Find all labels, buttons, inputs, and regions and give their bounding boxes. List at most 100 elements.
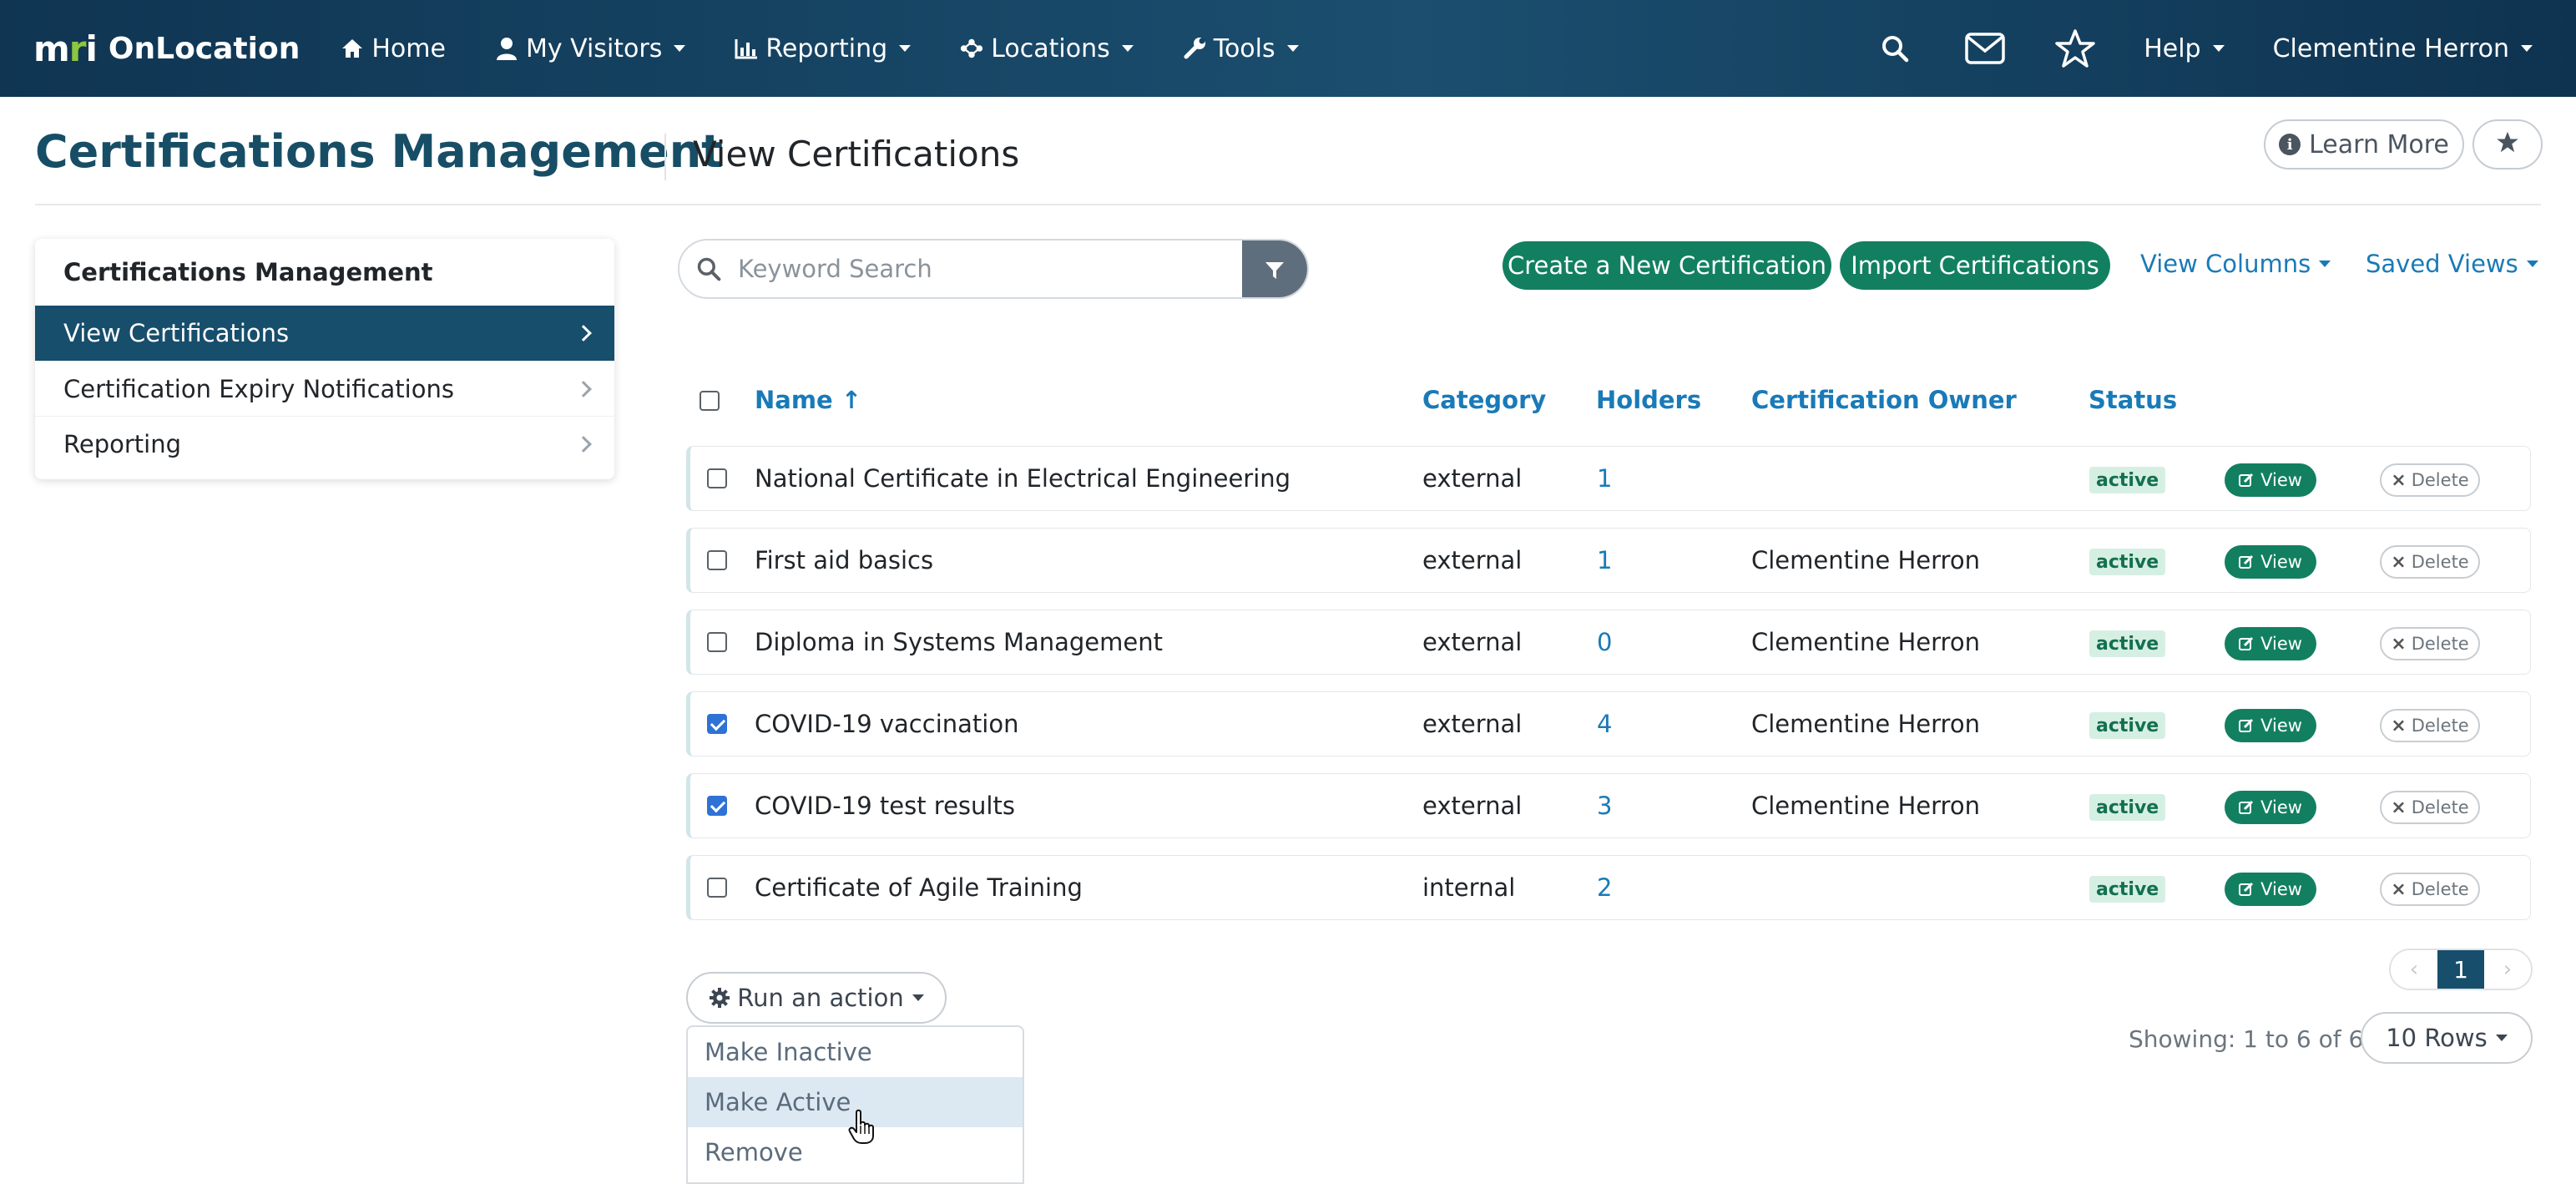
cell-holders-link[interactable]: 2 [1597,856,1612,919]
chevron-down-icon [1286,45,1299,52]
view-button[interactable]: View [2225,545,2316,579]
cell-category: external [1422,546,1523,574]
row-checkbox[interactable] [707,550,727,570]
action-dropdown-menu: Make Inactive Make Active Remove [686,1025,1024,1184]
delete-button-label: Delete [2411,797,2469,817]
nav-user-menu[interactable]: Clementine Herron [2273,34,2533,63]
close-icon: × [2391,469,2407,491]
delete-button-label: Delete [2411,470,2469,490]
delete-button[interactable]: × Delete [2380,873,2480,906]
saved-views-dropdown[interactable]: Saved Views [2366,250,2538,278]
rows-per-page-dropdown[interactable]: 10 Rows [2361,1012,2533,1064]
cell-holders-link[interactable]: 3 [1597,774,1612,837]
column-header-category[interactable]: Category [1422,386,1546,414]
learn-more-label: Learn More [2309,129,2449,159]
nav-locations[interactable]: Locations [959,34,1134,63]
delete-button[interactable]: × Delete [2380,709,2480,742]
cell-holders-link[interactable]: 0 [1597,610,1612,674]
home-icon [340,36,365,61]
brand-name: OnLocation [108,31,301,66]
run-action-button[interactable]: Run an action [686,972,947,1024]
status-badge: active [2089,876,2166,903]
row-checkbox[interactable] [707,714,727,734]
table-row: Certificate of Agile Training internal 2 ac… [686,855,2531,920]
star-icon[interactable] [2053,27,2097,70]
nav-tools[interactable]: Tools [1182,34,1299,63]
cell-name: COVID-19 vaccination [755,710,1019,738]
mail-icon[interactable] [1963,27,2007,70]
cell-name: Diploma in Systems Management [755,628,1163,656]
page-subtitle: View Certifications [693,134,1020,175]
learn-more-button[interactable]: i Learn More [2264,119,2464,170]
close-icon: × [2391,797,2407,818]
favorite-button[interactable] [2472,119,2543,170]
view-button[interactable]: View [2225,709,2316,742]
view-button[interactable]: View [2225,463,2316,497]
delete-button[interactable]: × Delete [2380,463,2480,497]
brand[interactable]: mri OnLocation [33,28,300,69]
nav-reporting[interactable]: Reporting [734,34,912,63]
nav-home[interactable]: Home [340,34,446,63]
row-checkbox[interactable] [707,468,727,488]
column-header-status[interactable]: Status [2089,386,2177,414]
pagination-prev[interactable]: ‹ [2391,950,2437,989]
row-checkbox[interactable] [707,878,727,898]
cell-category: external [1422,628,1523,656]
sidebar-item-reporting[interactable]: Reporting [35,416,614,471]
status-badge: active [2089,467,2166,493]
view-columns-dropdown[interactable]: View Columns [2140,250,2331,278]
column-header-holders[interactable]: Holders [1596,386,1701,414]
delete-button[interactable]: × Delete [2380,545,2480,579]
cell-owner: Clementine Herron [1751,710,1980,738]
sidebar-item-view-certifications[interactable]: View Certifications [35,306,614,361]
table-row: COVID-19 test results external 3 Clementine… [686,773,2531,838]
column-header-owner[interactable]: Certification Owner [1751,386,2017,414]
row-checkbox[interactable] [707,632,727,652]
nav-my-visitors[interactable]: My Visitors [494,34,686,63]
delete-button-label: Delete [2411,634,2469,654]
filter-button[interactable] [1242,240,1307,297]
delete-button-label: Delete [2411,879,2469,899]
star-icon [2495,130,2520,159]
info-icon: i [2279,134,2301,155]
gear-icon [709,987,730,1009]
cell-name: First aid basics [755,546,934,574]
search-icon[interactable] [1873,27,1917,70]
view-button[interactable]: View [2225,791,2316,824]
saved-views-label: Saved Views [2366,250,2518,278]
create-certification-button[interactable]: Create a New Certification [1503,241,1831,290]
nav-locations-label: Locations [991,33,1110,63]
cell-category: external [1422,792,1523,820]
sidebar-heading: Certifications Management [63,258,433,286]
select-all-checkbox[interactable] [700,391,720,411]
pagination: ‹ 1 › [2389,949,2533,990]
cell-holders-link[interactable]: 1 [1597,529,1612,592]
delete-button[interactable]: × Delete [2380,627,2480,660]
header-divider [35,204,2541,205]
cell-holders-link[interactable]: 1 [1597,447,1612,510]
view-button[interactable]: View [2225,873,2316,906]
view-button[interactable]: View [2225,627,2316,660]
search-input[interactable] [738,244,1205,294]
menu-item-make-inactive[interactable]: Make Inactive [688,1027,1023,1077]
chevron-right-icon [575,435,592,453]
chevron-down-icon [2526,261,2538,267]
nav-help[interactable]: Help [2144,34,2225,63]
cell-category: internal [1422,873,1516,902]
delete-button[interactable]: × Delete [2380,791,2480,824]
chevron-down-icon [899,45,912,52]
pagination-page-1[interactable]: 1 [2437,950,2484,989]
view-button-label: View [2260,552,2302,572]
edit-icon [2239,636,2254,651]
sidebar-item-expiry-notifications[interactable]: Certification Expiry Notifications [35,361,614,416]
row-checkbox[interactable] [707,796,727,816]
table-row: Diploma in Systems Management external 0 Cl… [686,610,2531,675]
bar-chart-icon [734,36,759,61]
sidebar-item-label: Reporting [63,429,181,458]
column-header-name[interactable]: Name ↑ [755,386,861,414]
table-row: COVID-19 vaccination external 4 Clementine … [686,691,2531,756]
cell-holders-link[interactable]: 4 [1597,692,1612,756]
import-certifications-button[interactable]: Import Certifications [1840,241,2110,290]
sidebar: Certifications Management View Certifica… [35,239,614,479]
pagination-next[interactable]: › [2484,950,2531,989]
